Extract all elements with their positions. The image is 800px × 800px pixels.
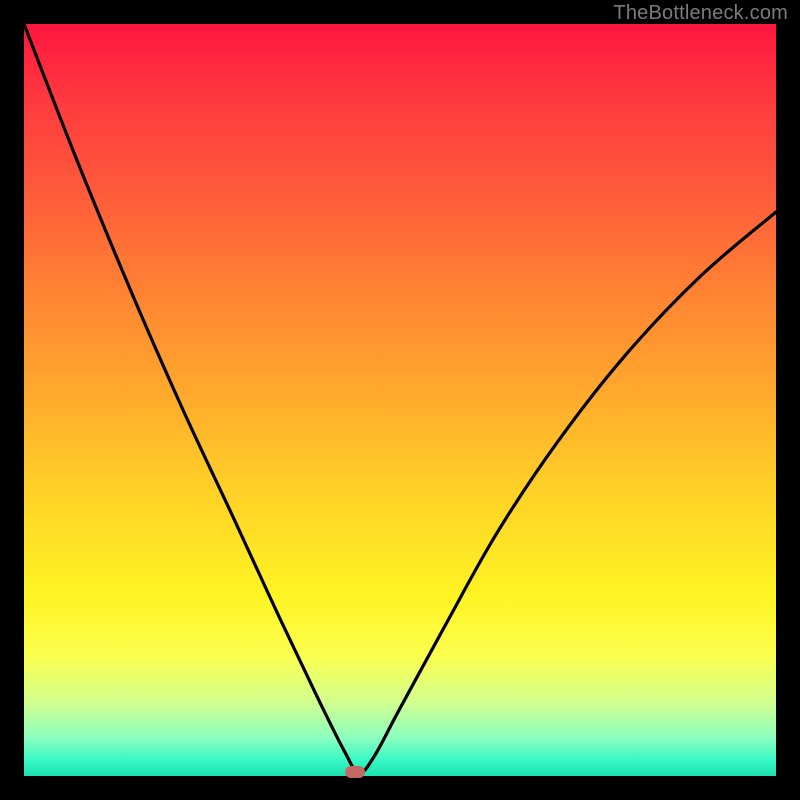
chart-frame: TheBottleneck.com	[0, 0, 800, 800]
bottleneck-curve	[24, 24, 776, 776]
watermark-text: TheBottleneck.com	[613, 2, 788, 25]
plot-area	[24, 24, 776, 776]
minimum-marker	[345, 766, 365, 778]
